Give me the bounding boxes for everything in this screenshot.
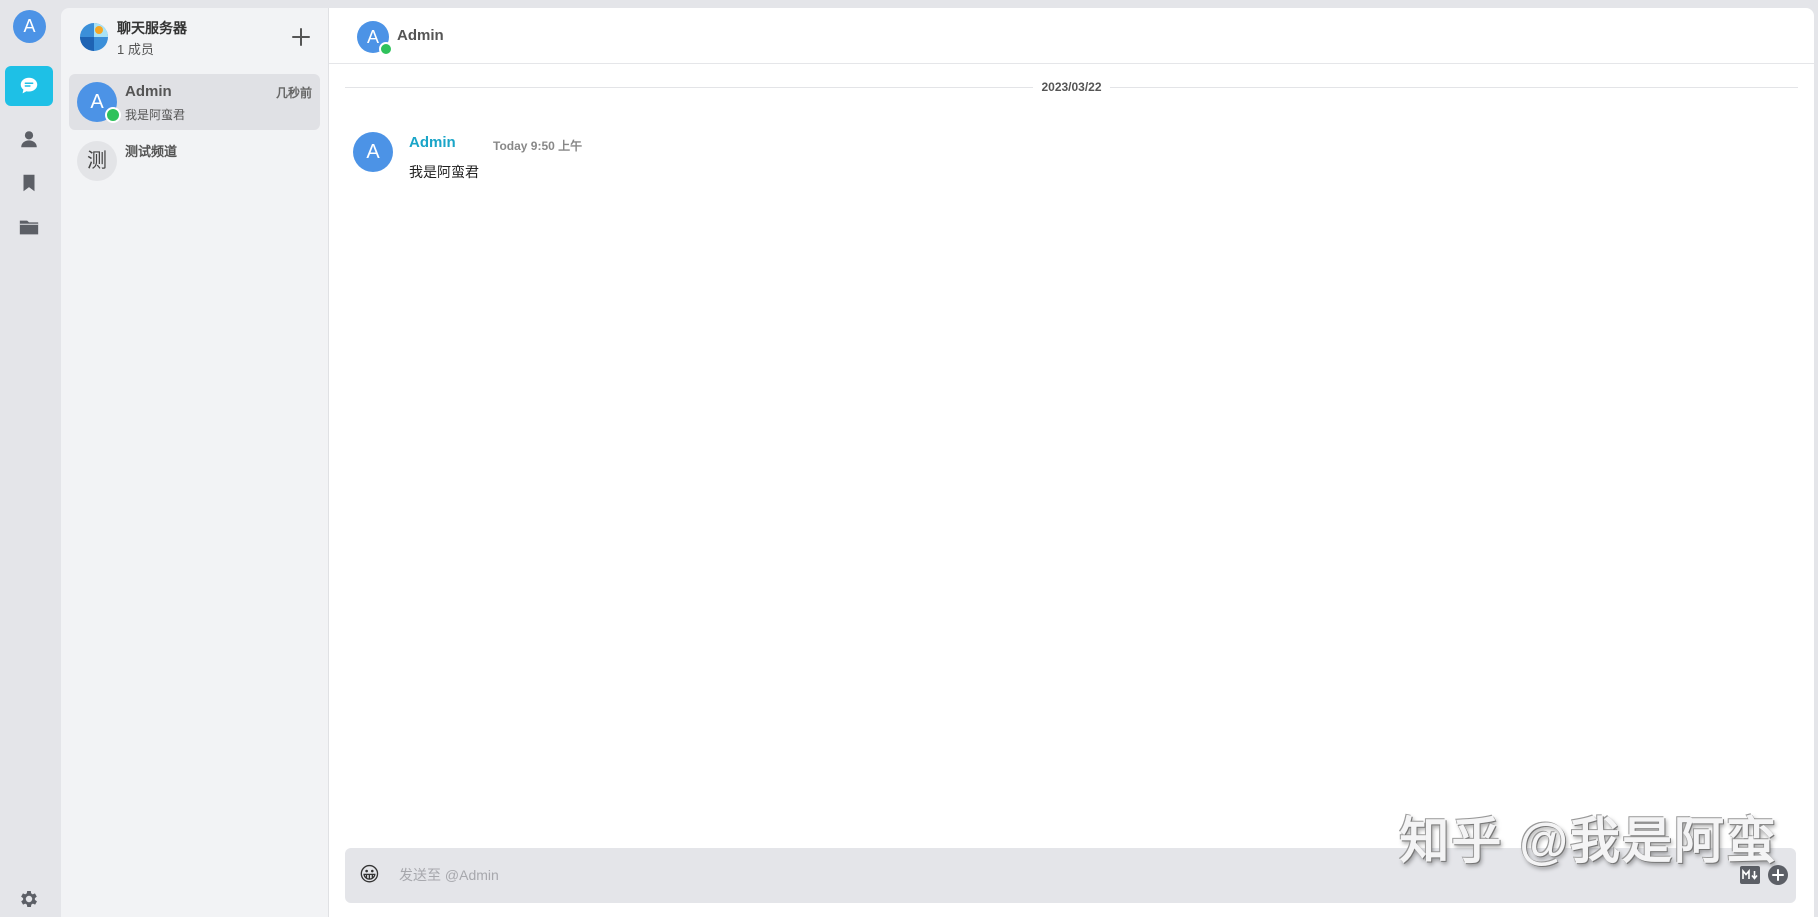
conversation-last-message: 我是阿蛮君 xyxy=(125,108,186,122)
nav-bookmarks-button[interactable] xyxy=(5,163,53,203)
gear-icon xyxy=(21,891,37,907)
add-icon[interactable] xyxy=(290,26,312,48)
nav-contacts-button[interactable] xyxy=(5,119,53,159)
server-name: 聊天服务器 xyxy=(117,20,187,36)
message-text: 我是阿蛮君 xyxy=(409,164,479,180)
avatar: 测 xyxy=(77,141,117,181)
online-status-dot xyxy=(379,42,393,56)
avatar[interactable]: A xyxy=(353,132,393,172)
divider-line xyxy=(345,86,1034,88)
chat-main: A Admin 2023/03/22 A Admin Today 9:50 上午… xyxy=(329,8,1814,917)
app-window: A 聊天服务器 1 成员 A Admin 几秒前 我是阿蛮君 测 测试频道 A … xyxy=(0,0,1818,917)
chat-header: A Admin xyxy=(329,8,1814,64)
date-divider-label: 2023/03/22 xyxy=(1041,80,1102,94)
user-avatar[interactable]: A xyxy=(13,10,46,43)
date-divider: 2023/03/22 xyxy=(345,78,1798,96)
chat-bubble-icon xyxy=(20,77,38,94)
message-time: Today 9:50 上午 xyxy=(493,139,583,153)
settings-button[interactable] xyxy=(5,879,53,917)
server-member-count: 1 成员 xyxy=(117,42,154,57)
divider-line xyxy=(1109,86,1798,88)
nav-files-button[interactable] xyxy=(5,207,53,247)
emoji-button[interactable]: 😀 xyxy=(359,864,382,887)
conversation-name: 测试频道 xyxy=(125,144,178,159)
message-item: A Admin Today 9:50 上午 我是阿蛮君 xyxy=(353,132,1253,192)
online-status-dot xyxy=(105,107,121,123)
conversation-panel: 聊天服务器 1 成员 A Admin 几秒前 我是阿蛮君 测 测试频道 xyxy=(61,8,329,917)
conversation-item-test-channel[interactable]: 测 测试频道 xyxy=(69,133,320,189)
chat-title: Admin xyxy=(397,27,444,44)
conversation-name: Admin xyxy=(125,83,172,100)
conversation-time: 几秒前 xyxy=(275,86,312,100)
nav-rail: A xyxy=(0,0,60,917)
folder-icon xyxy=(19,220,39,235)
server-logo-icon xyxy=(80,23,108,51)
bookmark-icon xyxy=(23,174,35,192)
nav-chat-button[interactable] xyxy=(5,66,53,106)
watermark-text: 知乎 @我是阿蛮 xyxy=(1399,813,1778,869)
conversation-item-admin[interactable]: A Admin 几秒前 我是阿蛮君 xyxy=(69,74,320,130)
user-icon xyxy=(21,131,37,148)
message-author[interactable]: Admin xyxy=(409,134,456,151)
server-header: 聊天服务器 1 成员 xyxy=(61,8,328,64)
